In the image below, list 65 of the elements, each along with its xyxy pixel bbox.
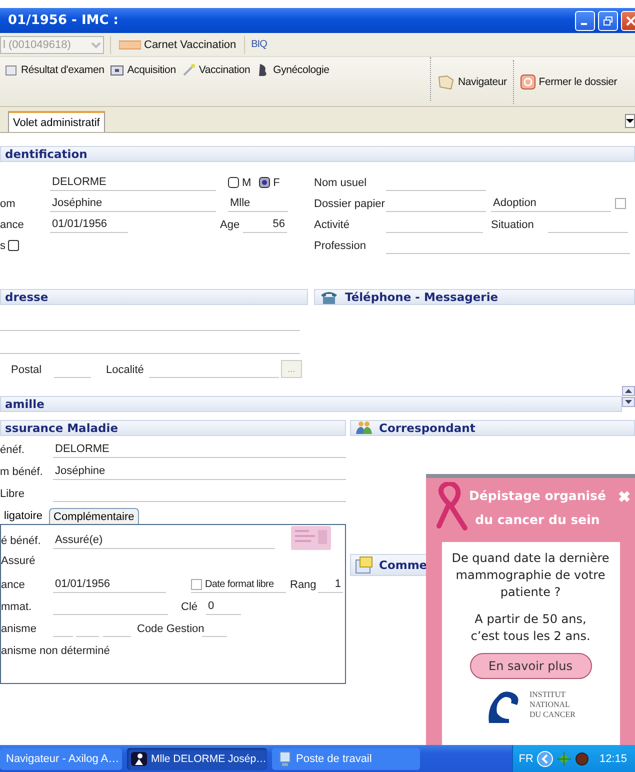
input-field[interactable]: Mlle	[228, 195, 288, 212]
tab[interactable]: Volet administratif	[8, 111, 105, 132]
field-label: Activité	[314, 219, 350, 233]
input-field[interactable]: Joséphine	[53, 463, 346, 480]
field-label: ance	[1, 579, 26, 593]
field-label: Age	[220, 219, 241, 233]
toolbar-button[interactable]: Vaccination	[180, 63, 252, 77]
input-field[interactable]: Joséphine	[50, 195, 216, 212]
section-header: ssurance Maladie	[0, 420, 346, 436]
field-label: s	[0, 240, 6, 254]
tab[interactable]: Complémentaire	[48, 508, 140, 524]
checkbox-label: Date format libre	[205, 579, 274, 590]
field-label: Nom usuel	[314, 177, 368, 191]
taskbar-button[interactable]: Poste de travail	[272, 748, 420, 770]
clock: 12:15	[599, 752, 627, 764]
field-label: m bénéf.	[0, 466, 44, 480]
input-field[interactable]: 1	[318, 576, 343, 593]
input-field[interactable]: 56	[243, 216, 287, 233]
field-label: anisme	[1, 623, 38, 637]
field-label: é bénéf.	[1, 535, 42, 549]
input-field[interactable]: 0	[206, 598, 241, 615]
section-header: Téléphone - Messagerie	[314, 289, 635, 305]
field-label: mmat.	[1, 601, 33, 615]
section-header: amille	[0, 396, 622, 412]
field-label: Libre	[0, 488, 26, 502]
field-label: Rang	[290, 579, 318, 593]
advice-text: A partir de 50 ans, c’est tous les 2 ans.	[470, 611, 592, 645]
taskbar-button[interactable]: Mlle DELORME Josép…	[127, 748, 267, 770]
field-label: Situation	[491, 219, 535, 233]
status-text: anisme non déterminé	[1, 645, 110, 659]
taskbar-button[interactable]: Navigateur - Axilog A…	[0, 748, 122, 770]
field-label: Dossier papier	[314, 198, 386, 212]
input-field[interactable]: Assuré(e)	[53, 532, 275, 549]
vaccination-book-button[interactable]: Carnet Vaccination	[117, 38, 238, 50]
field-label: Adoption	[491, 195, 611, 212]
input-field[interactable]: DELORME	[50, 174, 216, 191]
radio-label: F	[273, 177, 280, 191]
toolbar-button[interactable]: Fermer le dossier	[518, 74, 620, 90]
section-header: Correspondant	[350, 420, 635, 436]
popup-title: Dépistage organisé du cancer du sein	[468, 487, 607, 529]
logo-text: NATIONAL	[529, 700, 571, 710]
toolbar-button[interactable]: Acquisition	[108, 63, 178, 77]
field-label: Code Gestion	[137, 623, 202, 637]
field-label: om	[0, 198, 16, 212]
section-header: dentification	[0, 146, 635, 162]
toolbar-button[interactable]: Résultat d'examen	[2, 63, 106, 77]
window-title: 01/1956 - IMC :	[7, 13, 119, 28]
logo[interactable]: BIQ	[251, 39, 267, 50]
toolbar-button[interactable]: Gynécologie	[254, 63, 332, 77]
input-field[interactable]: DELORME	[53, 441, 346, 458]
input-field[interactable]: 01/01/1956	[50, 216, 128, 233]
logo-text: DU CANCER	[529, 710, 576, 720]
toolbar-button[interactable]: Navigateur	[435, 74, 509, 90]
section-header: dresse	[0, 289, 308, 305]
learn-more-button[interactable]: En savoir plus	[470, 653, 592, 679]
field-label: Assuré	[1, 555, 36, 569]
field-label: ance	[0, 219, 25, 233]
field-label: Clé	[181, 601, 199, 615]
field-label: Localité	[106, 364, 145, 378]
logo-text: INSTITUT	[529, 690, 566, 700]
radio-label: M	[242, 177, 252, 191]
field-label: Postal	[11, 364, 43, 378]
input-field[interactable]: 01/01/1956	[53, 576, 166, 593]
field-label: énéf.	[0, 444, 26, 458]
field-label: Profession	[314, 240, 367, 254]
